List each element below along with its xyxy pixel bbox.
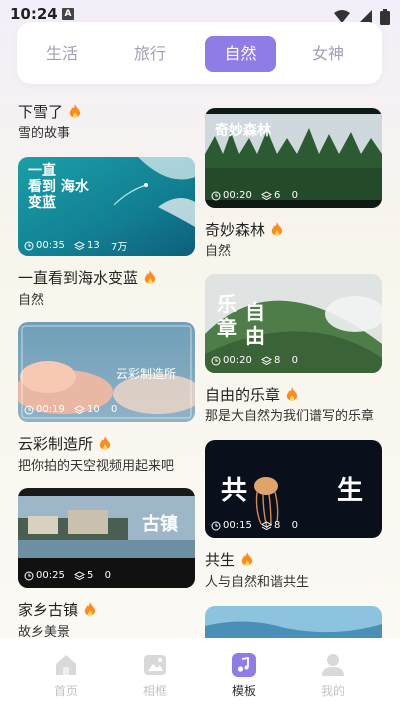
tab-goddess[interactable]: 女神 — [295, 36, 361, 72]
layer-count: 8 — [274, 520, 281, 531]
photo-frame-icon — [144, 655, 166, 675]
user-icon — [322, 654, 344, 676]
nav-templates[interactable]: 模板 — [214, 652, 274, 699]
fire-icon — [241, 552, 253, 567]
category-tabs: 生活 旅行 自然 女神 — [17, 22, 382, 84]
layer-count: 10 — [87, 404, 100, 415]
card-thumbnail: 一直 看到 海水 变蓝 00:35 13 7万 — [18, 157, 195, 256]
use-count: 0 — [110, 404, 118, 415]
layers-icon — [74, 404, 86, 414]
battery-icon — [380, 8, 390, 25]
card-thumbnail: 奇妙森林 00:20 6 0 — [205, 108, 382, 208]
card-title: 下雪了 — [18, 103, 64, 121]
layer-count: 8 — [274, 355, 281, 366]
status-time: 10:24 — [10, 5, 58, 23]
card-title: 云彩制造所 — [18, 435, 94, 453]
card-title: 奇妙森林 — [205, 221, 266, 239]
card-stats: 00:20 6 0 — [211, 190, 304, 202]
card-thumbnail: 云彩制造所 00:19 10 0 — [18, 322, 195, 422]
card-stats: 00:15 8 0 — [211, 520, 304, 532]
duration: 00:20 — [223, 190, 252, 201]
thumbnail-caption: 奇妙森林 — [215, 123, 271, 139]
card-subtitle: 那是大自然为我们谱写的乐章 — [205, 409, 375, 424]
card-stats: 00:19 10 0 — [24, 404, 123, 416]
clock-icon — [24, 405, 34, 414]
notification-icon: A — [62, 8, 74, 20]
card-subtitle: 把你拍的天空视频用起来吧 — [18, 459, 175, 474]
nav-photo-frame[interactable]: 相框 — [125, 652, 185, 699]
nav-label: 相框 — [142, 684, 167, 698]
use-count: 7万 — [110, 242, 128, 253]
duration: 00:19 — [36, 404, 65, 415]
fire-icon — [84, 602, 96, 617]
tab-nature[interactable]: 自然 — [205, 36, 276, 72]
thumbnail-caption: 云彩制造所 — [116, 367, 177, 381]
duration: 00:35 — [36, 240, 65, 251]
card-stats: 00:35 13 7万 — [24, 238, 133, 253]
nav-label: 模板 — [231, 684, 256, 698]
nav-label: 首页 — [53, 684, 78, 698]
card-title: 自由的乐章 — [205, 386, 281, 404]
bottom-nav: 首页 相框 模板 我的 — [0, 638, 400, 711]
card-subtitle: 人与自然和谐共生 — [205, 575, 310, 590]
card-thumbnail: 共 生 00:15 8 0 — [205, 440, 382, 538]
layers-icon — [261, 520, 273, 530]
thumbnail-caption: 古镇 — [142, 514, 178, 535]
nav-label: 我的 — [320, 684, 345, 698]
card-title: 一直看到海水变蓝 — [18, 269, 139, 287]
use-count: 0 — [104, 570, 111, 581]
layer-count: 5 — [87, 570, 94, 581]
use-count: 0 — [291, 520, 298, 531]
duration: 00:25 — [36, 570, 65, 581]
card-thumbnail: 乐章 自由 00:20 8 0 — [205, 274, 382, 373]
layers-icon — [74, 240, 86, 250]
duration: 00:20 — [223, 355, 252, 366]
fire-icon — [144, 270, 156, 285]
card-title: 家乡古镇 — [18, 601, 79, 619]
layer-count: 13 — [87, 240, 100, 251]
card-subtitle: 雪的故事 — [18, 126, 71, 141]
card-subtitle: 自然 — [18, 293, 45, 308]
thumbnail-caption: 共 — [221, 476, 248, 506]
layers-icon — [74, 570, 86, 580]
card-subtitle: 自然 — [205, 244, 232, 259]
fire-icon — [99, 436, 111, 451]
fire-icon — [271, 222, 283, 237]
home-icon — [56, 655, 76, 675]
music-note-icon — [232, 653, 256, 677]
nav-profile[interactable]: 我的 — [303, 652, 363, 699]
clock-icon — [24, 241, 34, 250]
card-title: 共生 — [205, 551, 236, 569]
card-stats: 00:25 5 0 — [24, 570, 117, 582]
thumbnail-caption: 一直 看到 海水 变蓝 — [28, 163, 89, 211]
card-thumbnail: 古镇 00:25 5 0 — [18, 488, 195, 588]
clock-icon — [211, 191, 221, 200]
thumbnail-caption: 乐章 — [217, 292, 237, 340]
fire-icon — [69, 104, 81, 119]
clock-icon — [211, 356, 221, 365]
layers-icon — [261, 190, 273, 200]
tab-travel[interactable]: 旅行 — [117, 36, 183, 72]
card-stats: 00:20 8 0 — [211, 355, 304, 367]
thumbnail-caption: 生 — [337, 476, 364, 506]
clock-icon — [24, 571, 34, 580]
layers-icon — [261, 355, 273, 365]
nav-home[interactable]: 首页 — [36, 652, 96, 699]
thumbnail-caption: 自由 — [245, 300, 265, 348]
tab-life[interactable]: 生活 — [29, 36, 95, 72]
duration: 00:15 — [223, 520, 252, 531]
fire-icon — [286, 387, 298, 402]
use-count: 0 — [291, 190, 298, 201]
layer-count: 6 — [274, 190, 281, 201]
clock-icon — [211, 521, 221, 530]
use-count: 0 — [291, 355, 298, 366]
